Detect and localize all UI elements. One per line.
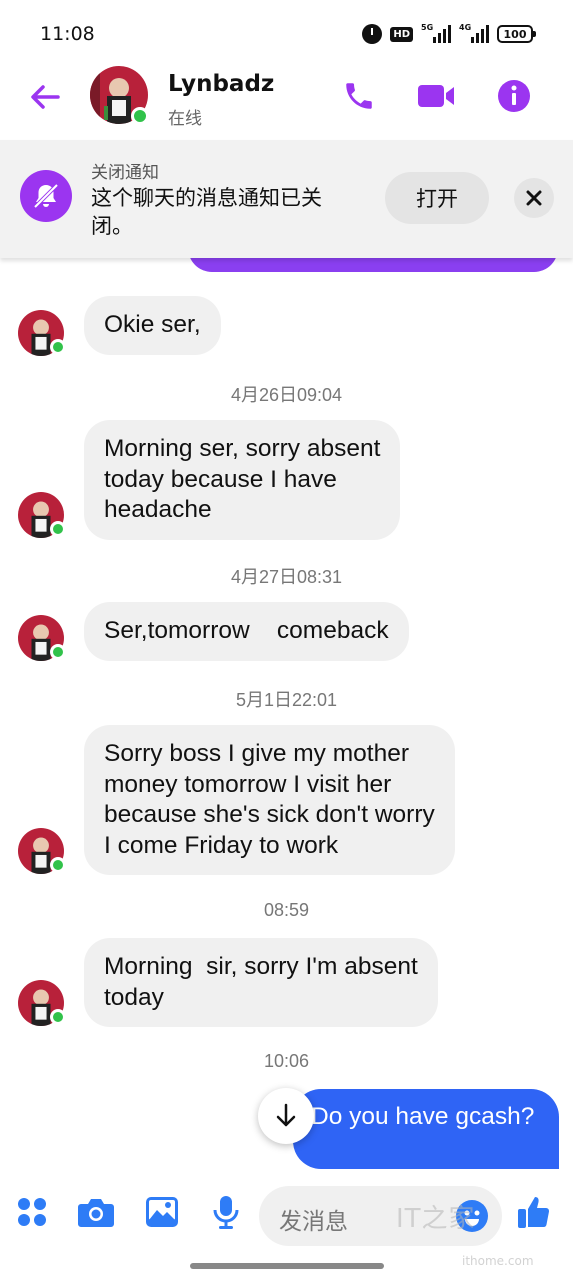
message-bubble[interactable]: Ser,tomorrow comeback [84,602,409,661]
status-icons: HD 5G 4G 100 [362,23,536,45]
thumbs-up-icon[interactable] [514,1192,554,1232]
outgoing-message-bubble[interactable]: Do you have gcash? [293,1089,559,1169]
online-indicator [50,857,66,873]
message-timestamp: 5月1日22:01 [235,690,338,710]
notification-banner: 关闭通知 这个聊天的消息通知已关闭。 打开 [0,140,573,258]
message-timestamp: 4月27日08:31 [230,567,343,587]
message-timestamp: 4月26日09:04 [230,385,343,405]
watermark-sub: ithome.com [462,1254,534,1268]
watermark: IT之家 [396,1204,476,1234]
arrow-down-icon [276,1103,296,1127]
banner-title: 关闭通知 [91,163,159,183]
message-timestamp: 08:59 [263,900,310,920]
microphone-icon[interactable] [206,1192,246,1232]
status-time: 11:08 [40,23,95,45]
battery-level: 100 [503,27,527,41]
message-bubble[interactable]: Sorry boss I give my mother money tomorr… [84,725,455,875]
battery-icon: 100 [497,25,536,43]
camera-icon[interactable] [76,1192,116,1232]
contact-name[interactable]: Lynbadz [168,71,274,97]
video-camera-icon[interactable] [416,76,456,116]
phone-icon[interactable] [339,76,379,116]
net-4g-label: 4G [459,23,472,32]
online-indicator [50,521,66,537]
info-icon[interactable] [494,76,534,116]
message-bubble[interactable]: Morning sir, sorry I'm absent today [84,938,438,1027]
hd-icon: HD [390,26,413,42]
chat-header: Lynbadz 在线 [0,62,573,140]
contact-status: 在线 [168,109,202,129]
close-banner-button[interactable] [514,178,554,218]
banner-text: 这个聊天的消息通知已关闭。 [91,186,322,238]
message-input-placeholder: 发消息 [279,1209,348,1235]
online-indicator [131,107,149,125]
online-indicator [50,339,66,355]
apps-grid-icon[interactable] [12,1192,52,1232]
signal-4g-icon: 4G [459,23,489,43]
image-icon[interactable] [142,1192,182,1232]
message-bubble[interactable]: Morning ser, sorry absent today because … [84,420,401,540]
open-notifications-button[interactable]: 打开 [385,172,489,224]
home-indicator[interactable] [190,1263,384,1269]
online-indicator [50,1009,66,1025]
net-5g-label: 5G [421,23,434,32]
signal-5g-icon: 5G [421,23,451,43]
back-arrow-icon[interactable] [28,80,62,114]
bell-off-icon [20,170,72,222]
alarm-icon [362,24,383,44]
status-bar: 11:08 HD 5G 4G 100 [0,0,573,62]
online-indicator [50,644,66,660]
message-timestamp: 10:06 [263,1051,310,1071]
message-bubble[interactable]: Okie ser, [84,296,221,355]
scroll-to-bottom-button[interactable] [258,1088,314,1144]
close-icon [526,190,542,206]
